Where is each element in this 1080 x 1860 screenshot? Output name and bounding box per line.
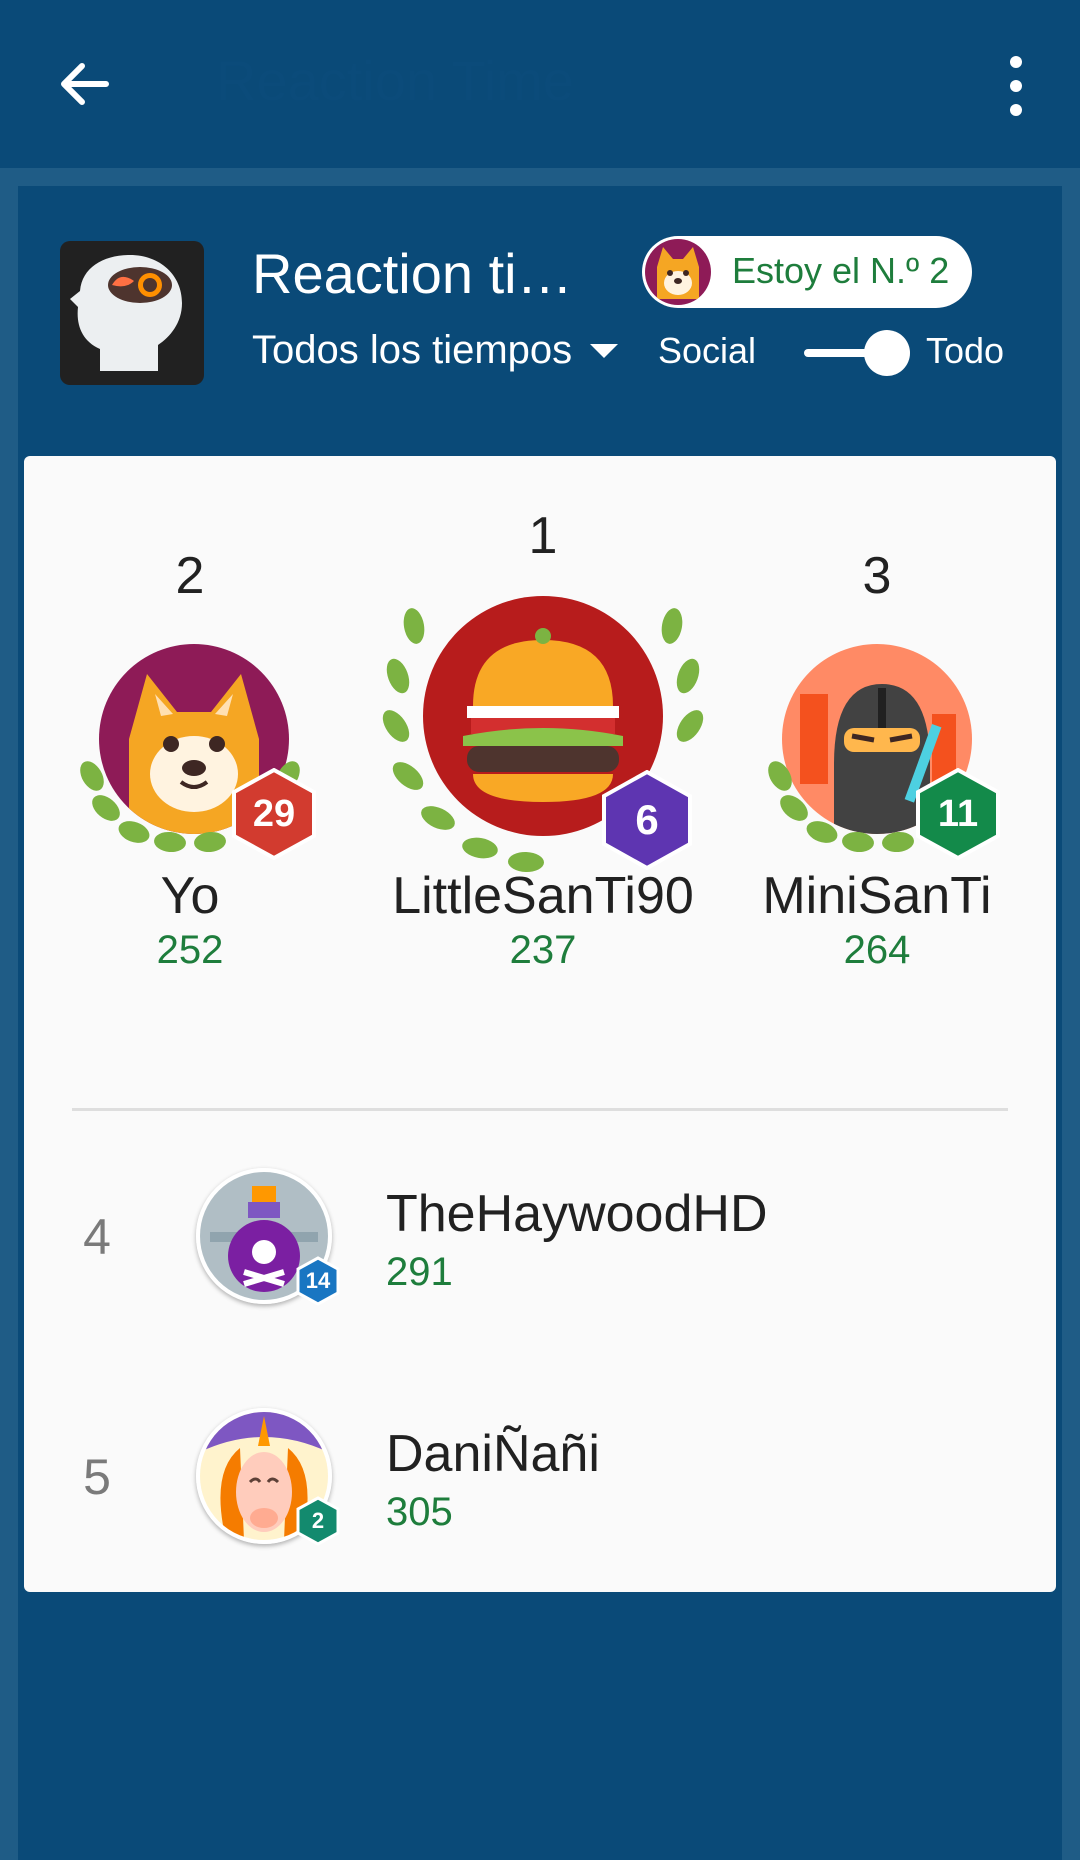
time-filter-label: Todos los tiempos [252,328,573,372]
more-vert-icon[interactable] [1000,56,1032,116]
divider [72,1108,1008,1111]
podium-rank: 2 [175,547,205,605]
game-icon [60,241,204,385]
level-number: 11 [937,792,979,835]
level-number: 14 [305,1268,331,1293]
player-name: LittleSanTi90 [392,867,694,925]
player-name: DaniÑañi [386,1425,600,1483]
level-number: 6 [635,796,659,843]
social-all-toggle[interactable] [804,328,914,378]
toggle-label-social: Social [658,330,757,371]
leaderboard-panel: Reaction ti… Estoy el N.º 2 Todos los ti… [18,186,1062,1860]
level-badge: 14 [296,1256,340,1306]
level-number: 2 [311,1508,325,1533]
podium-second[interactable]: 2 29 Yo 252 [74,546,316,972]
player-rank-chip[interactable]: Estoy el N.º 2 [642,236,972,308]
game-title: Reaction ti… [252,242,573,305]
player-name: Yo [160,867,220,925]
player-name: MiniSanTi [762,867,992,925]
podium-rank: 1 [528,507,558,565]
player-score: 252 [156,928,224,972]
app-bar: Reaction Time [0,0,1080,168]
dropdown-caret-icon [590,343,619,358]
leaderboard-row[interactable]: 5 2 DaniÑañi 305 [24,1408,1056,1558]
player-name: TheHaywoodHD [386,1185,768,1243]
level-badge: 11 [916,767,1000,861]
row-rank: 4 [83,1209,111,1265]
podium-third[interactable]: 3 11 MiniSanTi 264 [752,546,1002,972]
leaderboard-row[interactable]: 4 14 TheHaywoodHD 291 [24,1168,1056,1318]
leaderboard-card: 2 29 Yo 252 1 6 LittleSanTi90 237 3 11 M… [24,456,1056,1592]
podium-rank: 3 [862,547,892,605]
level-badge: 29 [232,767,316,861]
level-badge: 2 [296,1496,340,1546]
row-rank: 5 [83,1449,111,1505]
podium-first[interactable]: 1 6 LittleSanTi90 237 [378,506,708,972]
level-number: 29 [252,792,296,835]
player-score: 264 [843,928,911,972]
back-arrow-icon[interactable] [52,52,116,116]
level-badge: 6 [602,769,692,871]
player-score: 237 [509,928,577,972]
player-rank-text: Estoy el N.º 2 [732,250,950,291]
player-score: 305 [386,1490,453,1534]
app-bar-title: Reaction Time [216,49,574,112]
time-filter-dropdown[interactable]: Todos los tiempos [252,328,619,373]
toggle-label-all: Todo [926,330,1005,371]
player-score: 291 [386,1250,453,1294]
player-avatar [645,239,711,305]
